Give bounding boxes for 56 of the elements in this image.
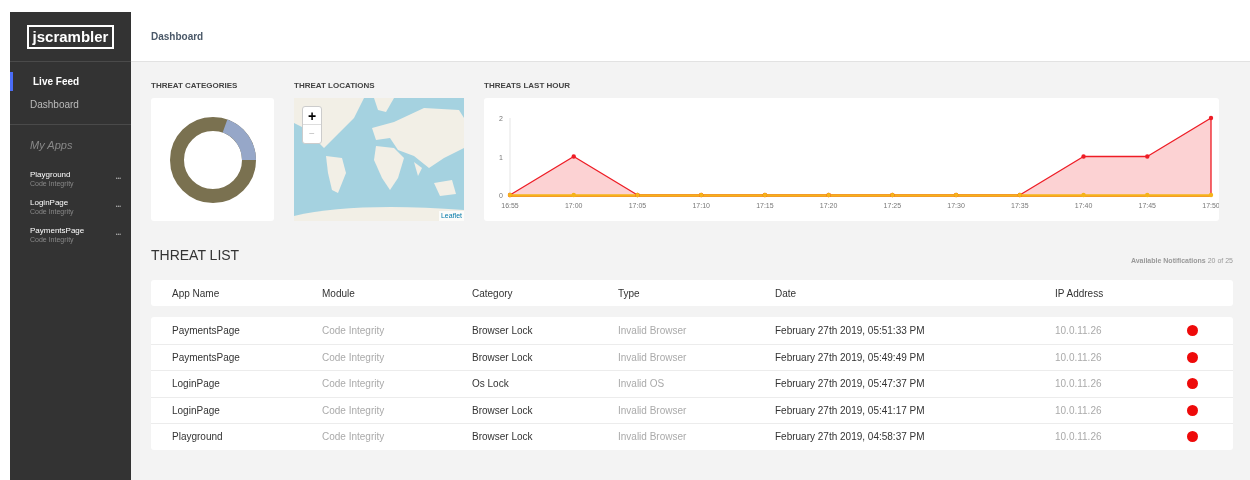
data-point [1208,115,1214,121]
table-cell-text: Invalid Browser [618,350,688,365]
table-cell-text: 10.0.11.26 [1055,430,1103,445]
table-cell-text: Browser Lock [472,350,534,365]
data-point [1145,154,1150,159]
section-title: THREAT LOCATIONS [294,80,376,92]
data-point [1208,192,1214,198]
table-cell-text: Invalid Browser [618,430,688,445]
table-cell-text: February 27th 2019, 04:58:37 PM [775,430,926,445]
breadcrumb: Dashboard [151,30,204,44]
table-cell-text: Browser Lock [472,430,534,445]
table-cell-text: PaymentsPage [172,323,241,338]
data-point [1081,192,1086,198]
app-name[interactable]: LoginPage [30,197,74,208]
column-header: Date [775,286,798,301]
table-cell-text: February 27th 2019, 05:41:17 PM [775,403,926,418]
table-cell-text: Code Integrity [322,323,386,338]
data-point [571,154,576,159]
table-cell-text: Os Lock [472,377,510,392]
app-name[interactable]: Playground [30,169,74,180]
table-cell-text: February 27th 2019, 05:51:33 PM [775,323,926,338]
table-cell-text: 10.0.11.26 [1055,377,1103,392]
table-cell-text: 10.0.11.26 [1055,350,1103,365]
table-cell-text: February 27th 2019, 05:49:49 PM [775,350,926,365]
table-cell-text: Code Integrity [322,430,386,445]
app-name[interactable]: PaymentsPage [30,225,85,236]
table-cell-text: Code Integrity [322,350,386,365]
table-cell-text: Browser Lock [472,323,534,338]
table-cell-text: Code Integrity [322,403,386,418]
data-point [1081,154,1086,159]
table-cell-text: PaymentsPage [172,350,241,365]
apps-heading: My Apps [29,138,74,153]
table-cell-text: February 27th 2019, 05:47:37 PM [775,377,926,392]
column-header: App Name [172,286,221,301]
column-header: IP Address [1055,286,1105,301]
table-cell-text: Browser Lock [472,403,534,418]
nav-item[interactable]: Dashboard [10,95,131,114]
zoom-in-button[interactable]: + [303,107,321,125]
section-heading: THREAT LIST [151,246,240,265]
table-cell-text: Code Integrity [322,377,386,392]
table-cell-text: Invalid OS [618,377,666,392]
table-cell-text: LoginPage [172,377,221,392]
table-cell-text: Playground [172,430,224,445]
data-point [571,192,576,198]
section-title: THREATS LAST HOUR [484,80,572,92]
table-cell-text: Invalid Browser [618,323,688,338]
table-cell-text: 10.0.11.26 [1055,323,1103,338]
column-header: Category [472,286,514,301]
table-cell-text: Invalid Browser [618,403,688,418]
column-header: Type [618,286,641,301]
data-point [1145,192,1150,198]
table-cell-text: 10.0.11.26 [1055,403,1103,418]
table-cell-text: LoginPage [172,403,221,418]
section-title: THREAT CATEGORIES [151,80,239,92]
column-header: Module [322,286,356,301]
logo[interactable]: jscrambler [26,24,115,49]
